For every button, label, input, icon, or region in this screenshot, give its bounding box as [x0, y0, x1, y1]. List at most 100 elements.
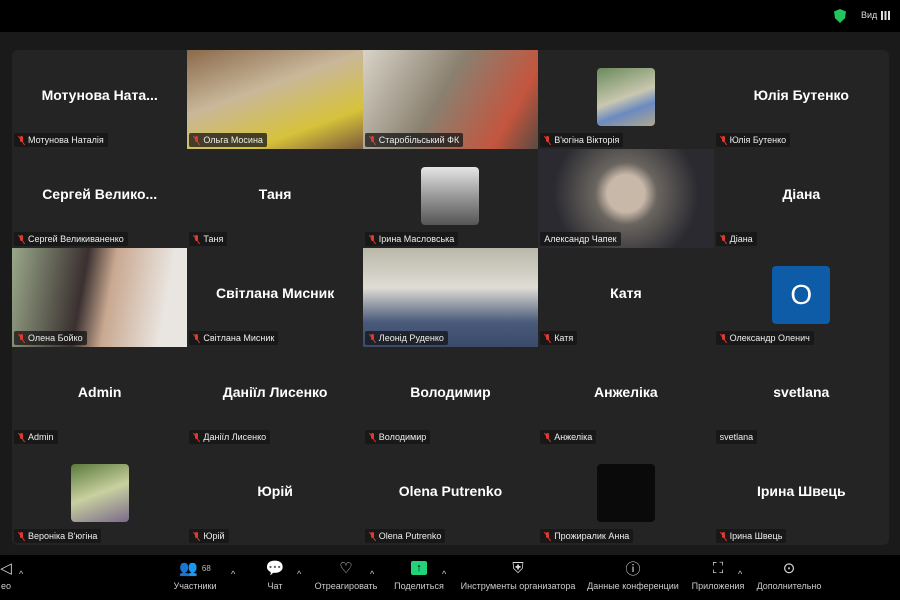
participant-tile[interactable]: Ірина Масловська: [362, 149, 539, 248]
mic-muted-icon: [720, 234, 727, 244]
participant-name-label: Admin: [14, 430, 58, 444]
participant-name-label: Мотунова Наталія: [14, 133, 108, 147]
participant-name: Катя: [554, 333, 574, 343]
view-button[interactable]: Вид: [861, 10, 877, 20]
participant-tile[interactable]: Прожиралик Анна: [538, 446, 714, 545]
participant-tile[interactable]: Olena Putrenko Olena Putrenko: [362, 446, 539, 545]
meeting-info-button[interactable]: ⓘ Данные конференции: [585, 555, 681, 600]
participant-tile[interactable]: Мотунова Ната... Мотунова Наталія: [12, 50, 188, 149]
participants-button[interactable]: 👥 68 Участники: [170, 555, 220, 600]
mic-muted-icon: [720, 135, 727, 145]
participant-tile[interactable]: Діана Діана: [713, 149, 889, 248]
mic-muted-icon: [720, 333, 727, 343]
participant-name: Olena Putrenko: [378, 531, 442, 541]
participant-avatar: [596, 464, 655, 522]
camera-icon: ◁: [0, 560, 12, 577]
participant-tile[interactable]: Володимир Володимир: [362, 347, 539, 446]
participant-display-name: Катя: [610, 284, 642, 301]
video-caret[interactable]: ^: [19, 569, 23, 579]
participant-display-name: Діана: [782, 185, 821, 202]
participants-caret[interactable]: ^: [231, 569, 235, 579]
share-caret[interactable]: ^: [442, 569, 446, 579]
participant-name: svetlana: [719, 432, 754, 442]
participant-name: Юрій: [203, 531, 225, 541]
info-icon: ⓘ: [625, 560, 641, 578]
meeting-toolbar: ◁ ео ^ 👥 68 Участники ^ 💬 Чат ^ ♡ Отреагирова…: [0, 555, 900, 600]
react-caret[interactable]: ^: [370, 569, 374, 579]
participant-name: Олена Бойко: [28, 333, 83, 343]
security-shield-icon[interactable]: [834, 9, 846, 23]
chat-icon: 💬: [265, 560, 285, 577]
participant-display-name: Даніїл Лисенко: [222, 383, 328, 400]
participant-tile[interactable]: Сергей Велико... Сергей Великиваненко: [12, 149, 188, 248]
mic-muted-icon: [18, 333, 25, 343]
participant-display-name: Світлана Мисник: [215, 284, 335, 301]
participant-name: Ірина Масловська: [378, 234, 455, 244]
participant-name: Ірина Швець: [729, 531, 783, 541]
participant-name: Прожиралик Анна: [554, 531, 630, 541]
participant-name-label: Старобільський ФК: [364, 133, 464, 147]
react-label: Отреагировать: [314, 581, 378, 591]
participant-name: Леонід Руденко: [378, 333, 444, 343]
top-bar: Вид: [0, 0, 900, 32]
participant-display-name: Володимир: [410, 383, 491, 400]
share-button[interactable]: ↑ Поделиться: [392, 555, 446, 600]
participant-tile[interactable]: Юлія Бутенко Юлія Бутенко: [713, 50, 889, 149]
participant-name: Анжеліка: [554, 432, 593, 442]
participant-tile[interactable]: Даніїл Лисенко Даніїл Лисенко: [187, 347, 363, 446]
participant-name: Світлана Мисник: [203, 333, 275, 343]
meeting-info-label: Данные конференции: [587, 581, 679, 591]
participant-display-name: Юрій: [257, 482, 293, 499]
participant-tile[interactable]: Старобільський ФК: [362, 50, 539, 149]
participant-name-label: Даніїл Лисенко: [189, 430, 271, 444]
host-tools-button[interactable]: ⛨ Инструменты организатора: [458, 555, 578, 600]
chat-button[interactable]: 💬 Чат: [260, 555, 290, 600]
participant-name: Даніїл Лисенко: [203, 432, 267, 442]
video-button[interactable]: ◁ ео: [0, 555, 16, 600]
participant-tile[interactable]: Александр Чапек: [538, 149, 714, 248]
participant-name: Мотунова Наталія: [28, 135, 104, 145]
participant-tile[interactable]: Леонід Руденко: [362, 248, 539, 347]
participant-tile[interactable]: Admin Admin: [12, 347, 188, 446]
participant-display-name: Мотунова Ната...: [41, 86, 158, 103]
participant-tile[interactable]: Вероніка В'югіна: [12, 446, 188, 545]
participant-name-label: Юрій: [189, 529, 229, 543]
more-button[interactable]: ⊙ Дополнительно: [753, 555, 825, 600]
participant-tile[interactable]: В'югіна Вікторія: [538, 50, 714, 149]
mic-muted-icon: [369, 531, 376, 541]
participant-display-name: Таня: [258, 185, 292, 202]
participant-name-label: Юлія Бутенко: [715, 133, 791, 147]
video-label: ео: [0, 581, 11, 591]
chat-caret[interactable]: ^: [297, 569, 301, 579]
participant-name-label: svetlana: [715, 430, 758, 444]
participants-label: Участники: [173, 581, 217, 591]
participant-tile[interactable]: Ірина Швець Ірина Швець: [713, 446, 889, 545]
participant-tile[interactable]: Ольга Мосина: [187, 50, 363, 149]
participant-name-label: Вероніка В'югіна: [14, 529, 102, 543]
participants-icon: 👥: [179, 560, 198, 577]
participant-initial-avatar: O: [772, 266, 831, 324]
share-label: Поделиться: [394, 581, 444, 591]
participant-tile[interactable]: Світлана Мисник Світлана Мисник: [187, 248, 363, 347]
participant-tile[interactable]: O Олександр Оленич: [713, 248, 889, 347]
participant-display-name: svetlana: [773, 383, 830, 400]
chat-label: Чат: [267, 581, 283, 591]
participant-display-name: Ірина Швець: [756, 482, 846, 499]
mic-muted-icon: [369, 333, 376, 343]
participant-tile[interactable]: Катя Катя: [538, 248, 714, 347]
participant-name-label: Діана: [715, 232, 757, 246]
participant-name-label: Світлана Мисник: [189, 331, 279, 345]
participant-name-label: В'югіна Вікторія: [540, 133, 624, 147]
mic-muted-icon: [544, 333, 551, 343]
apps-label: Приложения: [691, 581, 745, 591]
participant-tile[interactable]: Таня Таня: [187, 149, 363, 248]
apps-caret[interactable]: ^: [738, 569, 742, 579]
grid-view-icon[interactable]: [881, 11, 890, 20]
participant-tile[interactable]: Юрій Юрій: [187, 446, 363, 545]
participant-name-label: Ольга Мосина: [189, 133, 267, 147]
participant-tile[interactable]: Анжеліка Анжеліка: [538, 347, 714, 446]
participant-name: Таня: [203, 234, 224, 244]
participant-tile[interactable]: svetlana svetlana: [713, 347, 889, 446]
mic-muted-icon: [369, 135, 376, 145]
participant-tile[interactable]: Олена Бойко: [12, 248, 188, 347]
